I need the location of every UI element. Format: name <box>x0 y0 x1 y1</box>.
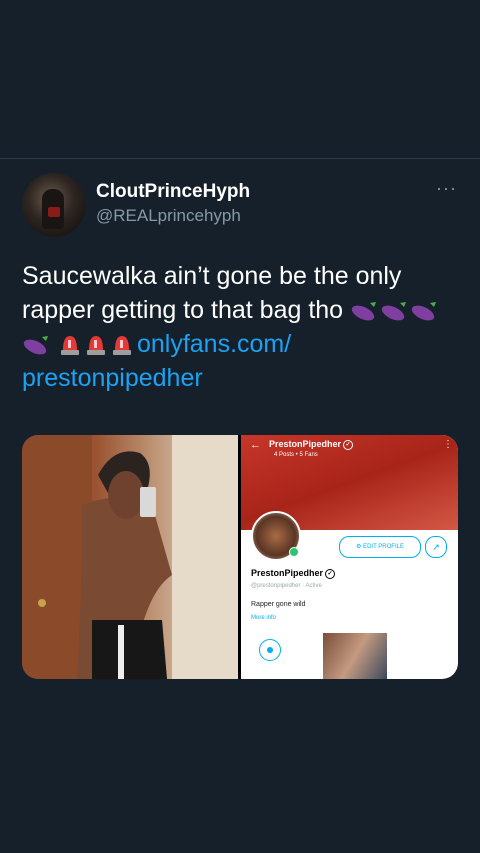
onlyfans-profile-screenshot[interactable]: ← PrestonPipedher ✓ 4 Posts • 5 Fans ⋮ ⚙ … <box>241 435 458 679</box>
more-info-link[interactable]: More info <box>251 615 276 621</box>
verified-icon: ✓ <box>343 440 354 450</box>
back-arrow-icon[interactable]: ← <box>250 439 261 451</box>
eggplant-icon <box>380 301 408 321</box>
user-handle[interactable]: @REALprincehyph <box>96 206 241 226</box>
tweet-link-continued[interactable]: prestonpipedher <box>22 364 203 392</box>
edit-profile-button[interactable]: ⚙ EDIT PROFILE <box>339 536 421 558</box>
share-icon[interactable]: ↗ <box>425 536 447 558</box>
tweet-text-line2: rapper getting to that bag tho <box>22 296 344 324</box>
eggplant-icon <box>22 335 50 355</box>
siren-icon <box>59 331 81 355</box>
profile-bio: Rapper gone wild <box>251 601 306 608</box>
tab-icon[interactable] <box>259 639 281 661</box>
siren-icon <box>111 331 133 355</box>
mirror-selfie-photo[interactable] <box>22 435 238 679</box>
more-horizontal-icon[interactable]: ··· <box>436 179 457 197</box>
display-name[interactable]: CloutPrinceHyph <box>96 181 250 203</box>
tweet-text-line1: Saucewalka ain’t gone be the only <box>22 262 402 290</box>
tweet-media[interactable]: ← PrestonPipedher ✓ 4 Posts • 5 Fans ⋮ ⚙ … <box>22 435 458 679</box>
avatar[interactable] <box>22 173 86 237</box>
profile-title: PrestonPipedher ✓ <box>269 439 354 450</box>
tweet-link[interactable]: onlyfans.com/ <box>137 330 291 358</box>
profile-stats: 4 Posts • 5 Fans <box>274 452 318 458</box>
eggplant-icon <box>350 301 378 321</box>
profile-handle: @prestonpipedher · Active <box>251 583 322 589</box>
profile-name: PrestonPipedher ✓ <box>251 568 336 579</box>
top-divider <box>0 158 480 159</box>
post-thumbnail[interactable] <box>323 633 387 679</box>
siren-icon <box>85 331 107 355</box>
verified-icon: ✓ <box>325 569 336 579</box>
tweet-text: Saucewalka ain’t gone be the only rapper… <box>22 259 462 395</box>
more-vertical-icon[interactable]: ⋮ <box>443 439 453 450</box>
eggplant-icon <box>410 301 438 321</box>
online-indicator <box>289 547 299 557</box>
gear-icon: ⚙ <box>356 544 364 550</box>
